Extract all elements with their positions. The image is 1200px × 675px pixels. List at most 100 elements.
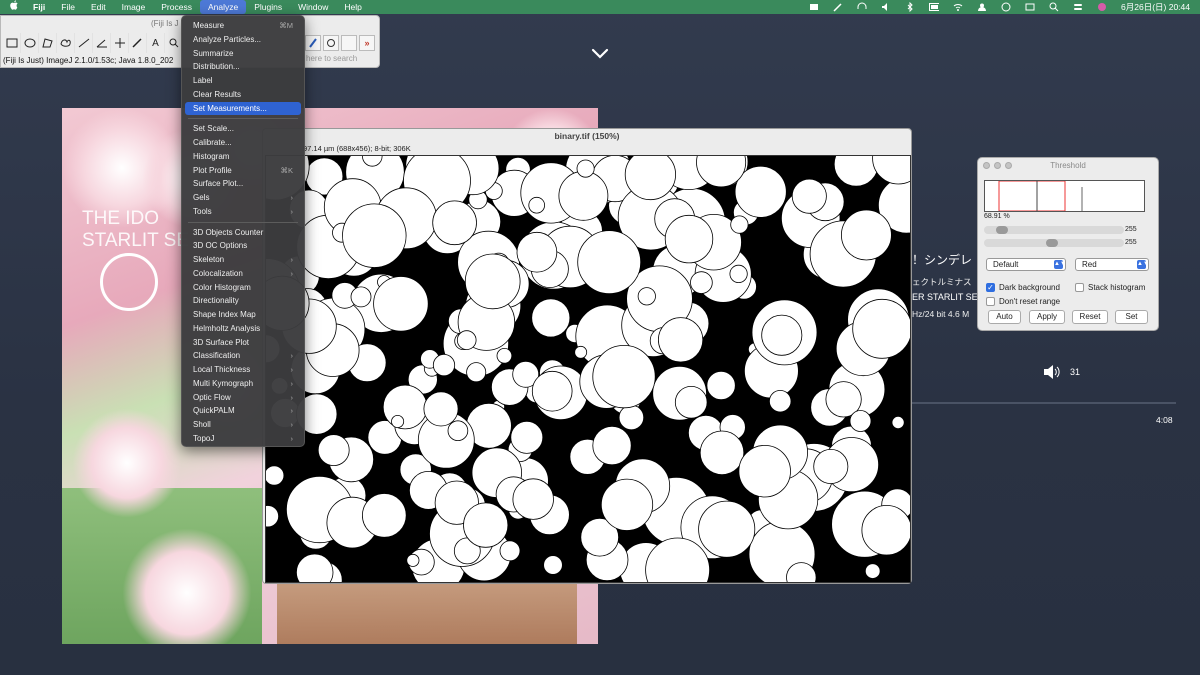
empty-tool-slot[interactable] — [341, 35, 357, 51]
minimize-button[interactable] — [994, 162, 1001, 169]
brush-tool-icon[interactable] — [305, 35, 321, 51]
max-threshold-value[interactable]: 255 — [1125, 239, 1137, 246]
analyze-menu-item[interactable]: QuickPALM › — [185, 404, 301, 418]
analyze-menu-item[interactable]: Summarize — [185, 47, 301, 61]
tool-row: A — [3, 33, 183, 53]
status-area: 6月26日(日) 20:44 — [809, 0, 1190, 14]
dont-reset-range-checkbox[interactable]: Don't reset range — [986, 297, 1060, 306]
volume-control[interactable]: 31 — [1042, 364, 1080, 380]
analyze-menu-item[interactable]: Set Scale... — [185, 122, 301, 136]
battery-icon[interactable] — [929, 2, 940, 12]
image-window-title[interactable]: binary.tif (150%) — [263, 129, 911, 143]
volume-icon[interactable] — [881, 2, 891, 12]
headphones-icon[interactable] — [857, 2, 867, 12]
speaker-icon[interactable] — [1042, 364, 1062, 380]
tools-icon[interactable] — [833, 2, 843, 12]
rectangle-tool-icon[interactable] — [3, 33, 21, 53]
min-threshold-slider[interactable] — [984, 226, 1124, 234]
menu-image[interactable]: Image — [114, 0, 154, 14]
binary-image-canvas[interactable] — [265, 155, 911, 583]
bluetooth-icon[interactable] — [905, 2, 915, 12]
search-hint[interactable]: here to search — [306, 54, 357, 63]
analyze-menu-item[interactable]: 3D OC Options — [185, 239, 301, 253]
analyze-menu-item[interactable]: Shape Index Map — [185, 308, 301, 322]
playback-progress-bar[interactable] — [912, 402, 1176, 404]
analyze-menu-item[interactable]: Color Histogram — [185, 281, 301, 295]
wand-tool-icon[interactable] — [129, 33, 147, 53]
max-threshold-slider[interactable] — [984, 239, 1124, 247]
menu-window[interactable]: Window — [290, 0, 336, 14]
analyze-menu-item[interactable]: Surface Plot... — [185, 177, 301, 191]
analyze-menu-item[interactable]: Multi Kymograph › — [185, 377, 301, 391]
analyze-menu-item[interactable]: 3D Objects Counter — [185, 226, 301, 240]
min-threshold-value[interactable]: 255 — [1125, 226, 1137, 233]
chevron-right-icon: › — [290, 193, 294, 202]
more-tools-icon[interactable]: » — [359, 35, 375, 51]
analyze-menu-item[interactable]: Plot Profile ⌘K — [185, 164, 301, 178]
set-button[interactable]: Set — [1115, 310, 1148, 324]
apple-menu-icon[interactable] — [0, 0, 25, 14]
user-icon[interactable] — [977, 2, 987, 12]
chevron-down-icon[interactable] — [590, 48, 610, 60]
clock-icon[interactable] — [1001, 2, 1011, 12]
analyze-menu-item[interactable]: Analyze Particles... — [185, 33, 301, 47]
analyze-menu-item[interactable]: Calibrate... — [185, 136, 301, 150]
mode-select[interactable]: Red ▲▼ — [1075, 258, 1149, 271]
analyze-menu-item[interactable]: Set Measurements... — [185, 101, 301, 116]
menu-analyze[interactable]: Analyze — [199, 0, 247, 14]
threshold-percent: 68.91 % — [984, 213, 1010, 220]
menu-file[interactable]: File — [53, 0, 83, 14]
point-tool-icon[interactable] — [111, 33, 129, 53]
search-icon[interactable] — [1049, 2, 1059, 12]
analyze-menu-item[interactable]: Label — [185, 74, 301, 88]
binary-image-window[interactable]: binary.tif (150%) 97.14 µm (688x456); 8-… — [262, 128, 912, 584]
analyze-menu-item[interactable]: Sholl › — [185, 418, 301, 432]
polygon-tool-icon[interactable] — [39, 33, 57, 53]
dark-background-checkbox[interactable]: ✓ Dark background — [986, 283, 1060, 292]
oval-tool-icon[interactable] — [21, 33, 39, 53]
analyze-menu-item[interactable]: Directionality — [185, 294, 301, 308]
method-select[interactable]: Default ▲▼ — [986, 258, 1066, 271]
analyze-menu: Measure ⌘M Analyze Particles... Summarize Di… — [181, 15, 305, 447]
wifi-icon[interactable] — [953, 2, 963, 12]
volume-value: 31 — [1070, 367, 1081, 377]
analyze-menu-item[interactable]: Distribution... — [185, 60, 301, 74]
display-icon[interactable] — [1025, 2, 1035, 12]
menu-separator — [188, 221, 298, 223]
analyze-menu-item[interactable]: 3D Surface Plot — [185, 336, 301, 350]
reset-button[interactable]: Reset — [1072, 310, 1108, 324]
analyze-menu-item[interactable]: Helmholtz Analysis — [185, 322, 301, 336]
clock-text[interactable]: 6月26日(日) 20:44 — [1121, 1, 1190, 13]
analyze-menu-item[interactable]: Local Thickness › — [185, 363, 301, 377]
analyze-menu-item[interactable]: Gels › — [185, 191, 301, 205]
analyze-menu-item[interactable]: Skeleton › — [185, 253, 301, 267]
siri-icon[interactable] — [1097, 2, 1107, 12]
analyze-menu-item[interactable]: Colocalization › — [185, 267, 301, 281]
menu-fiji[interactable]: Fiji — [25, 0, 53, 14]
menu-process[interactable]: Process — [153, 0, 200, 14]
auto-button[interactable]: Auto — [988, 310, 1021, 324]
analyze-menu-item[interactable]: Measure ⌘M — [185, 19, 301, 33]
control-center-icon[interactable] — [1073, 2, 1083, 12]
analyze-menu-item[interactable]: Histogram — [185, 150, 301, 164]
apply-button[interactable]: Apply — [1029, 310, 1065, 324]
line-tool-icon[interactable] — [75, 33, 93, 53]
analyze-menu-item[interactable]: Classification › — [185, 349, 301, 363]
angle-tool-icon[interactable] — [93, 33, 111, 53]
close-button[interactable] — [983, 162, 990, 169]
app-status-icon[interactable] — [809, 2, 819, 12]
analyze-menu-item[interactable]: Clear Results — [185, 88, 301, 102]
menu-edit[interactable]: Edit — [83, 0, 114, 14]
threshold-titlebar[interactable]: Threshold — [978, 158, 1158, 174]
text-tool-icon[interactable]: A — [147, 33, 165, 53]
analyze-menu-item[interactable]: Optic Flow › — [185, 391, 301, 405]
hand-tool-icon[interactable] — [323, 35, 339, 51]
analyze-menu-item[interactable]: Tools › — [185, 205, 301, 219]
analyze-menu-item[interactable]: TopoJ › — [185, 432, 301, 446]
stack-histogram-checkbox[interactable]: Stack histogram — [1075, 283, 1145, 292]
zoom-button[interactable] — [1005, 162, 1012, 169]
freehand-tool-icon[interactable] — [57, 33, 75, 53]
menu-help[interactable]: Help — [336, 0, 369, 14]
menu-plugins[interactable]: Plugins — [246, 0, 290, 14]
right-tools: » — [305, 35, 375, 51]
